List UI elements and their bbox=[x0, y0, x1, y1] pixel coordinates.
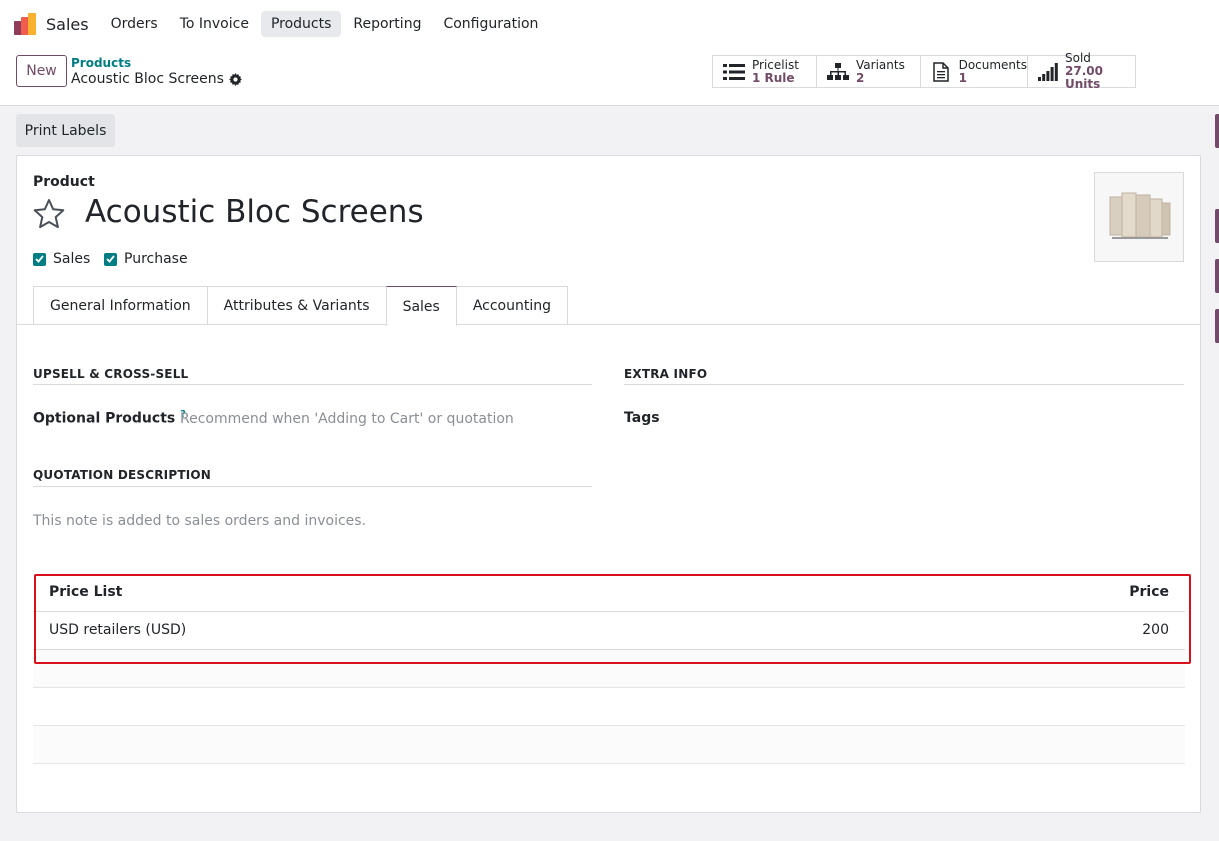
document-icon bbox=[931, 61, 952, 82]
side-marker[interactable] bbox=[1215, 114, 1219, 148]
menu-products[interactable]: Products bbox=[260, 11, 342, 37]
notebook-tabs: General Information Attributes & Variant… bbox=[33, 286, 569, 326]
empty-row bbox=[33, 688, 1185, 726]
pricelist-cell: USD retailers (USD) bbox=[49, 622, 187, 638]
section-divider bbox=[33, 486, 592, 487]
menu-to-invoice[interactable]: To Invoice bbox=[170, 11, 259, 37]
checkbox-checked-icon[interactable] bbox=[104, 252, 117, 266]
quotation-description-input[interactable]: This note is added to sales orders and i… bbox=[33, 513, 366, 529]
optional-products-input[interactable]: Recommend when 'Adding to Cart' or quota… bbox=[180, 411, 514, 427]
sitemap-icon bbox=[827, 62, 849, 82]
product-name-input[interactable]: Acoustic Bloc Screens bbox=[85, 194, 424, 230]
side-marker[interactable] bbox=[1215, 209, 1219, 243]
tags-label: Tags bbox=[624, 410, 660, 426]
can-be-sold-checkbox[interactable]: Sales bbox=[33, 251, 90, 267]
tab-general-information[interactable]: General Information bbox=[33, 286, 208, 325]
col-header-pricelist[interactable]: Price List bbox=[49, 584, 122, 600]
acoustic-screen-image bbox=[1109, 192, 1171, 239]
table-header: Price List Price bbox=[33, 575, 1185, 612]
sold-stat-button[interactable]: Sold 27.00 Units bbox=[1028, 52, 1135, 91]
documents-stat-button[interactable]: Documents 1 bbox=[921, 56, 1027, 87]
breadcrumb-current-label: Acoustic Bloc Screens bbox=[71, 71, 224, 87]
sales-checkbox-label: Sales bbox=[53, 251, 91, 267]
menu-orders[interactable]: Orders bbox=[101, 11, 168, 37]
variants-stat-button[interactable]: Variants 2 bbox=[817, 56, 920, 87]
side-marker[interactable] bbox=[1215, 259, 1219, 293]
optional-products-label-text: Optional Products bbox=[33, 410, 176, 427]
favorite-star-icon[interactable] bbox=[33, 198, 65, 230]
section-divider bbox=[33, 384, 592, 385]
stat-value: 1 Rule bbox=[752, 70, 795, 85]
optional-products-label: Optional Products ? bbox=[33, 409, 186, 427]
quotation-description-title: QUOTATION DESCRIPTION bbox=[33, 468, 212, 482]
product-form-sheet: Product Acoustic Bloc Screens Sales Purc… bbox=[16, 155, 1201, 813]
section-divider bbox=[624, 384, 1184, 385]
extra-info-section-title: EXTRA INFO bbox=[624, 367, 708, 381]
menu-configuration[interactable]: Configuration bbox=[433, 11, 548, 37]
upsell-section-title: UPSELL & CROSS-SELL bbox=[33, 367, 189, 381]
product-image[interactable] bbox=[1094, 172, 1184, 262]
stat-label: Pricelist bbox=[752, 57, 799, 72]
purchase-checkbox-label: Purchase bbox=[124, 251, 188, 267]
stat-label: Variants bbox=[856, 57, 905, 72]
empty-row bbox=[33, 650, 1185, 688]
stat-value: 2 bbox=[856, 70, 865, 85]
tab-sales[interactable]: Sales bbox=[385, 286, 457, 326]
table-row[interactable]: USD retailers (USD) 200 bbox=[33, 612, 1185, 650]
top-navbar: Sales Orders To Invoice Products Reporti… bbox=[0, 0, 1219, 48]
tabs-divider bbox=[17, 324, 1200, 325]
tab-attributes-variants[interactable]: Attributes & Variants bbox=[206, 286, 387, 325]
breadcrumb-current: Acoustic Bloc Screens bbox=[71, 71, 242, 87]
list-icon bbox=[723, 62, 745, 82]
empty-row bbox=[33, 726, 1185, 764]
pricelist-stat-button[interactable]: Pricelist 1 Rule bbox=[713, 56, 816, 87]
print-labels-button[interactable]: Print Labels bbox=[16, 114, 115, 147]
col-header-price[interactable]: Price bbox=[1129, 584, 1169, 600]
can-be-purchased-checkbox[interactable]: Purchase bbox=[104, 251, 188, 267]
sales-app-icon[interactable] bbox=[14, 13, 36, 35]
tab-accounting[interactable]: Accounting bbox=[455, 286, 569, 325]
menu-reporting[interactable]: Reporting bbox=[343, 11, 431, 37]
new-button[interactable]: New bbox=[16, 55, 67, 87]
stat-value: 1 bbox=[958, 70, 967, 85]
product-field-label: Product bbox=[33, 174, 95, 190]
stat-value: 27.00 Units bbox=[1065, 64, 1103, 91]
breadcrumb-products[interactable]: Products bbox=[71, 56, 131, 70]
side-marker[interactable] bbox=[1215, 309, 1219, 343]
gear-icon[interactable] bbox=[228, 72, 242, 86]
app-name[interactable]: Sales bbox=[46, 15, 89, 34]
price-cell: 200 bbox=[1142, 622, 1169, 638]
checkbox-checked-icon[interactable] bbox=[33, 252, 46, 266]
tags-input[interactable] bbox=[717, 406, 1184, 430]
signal-bars-icon bbox=[1038, 62, 1058, 82]
stat-label: Documents bbox=[958, 57, 1027, 72]
